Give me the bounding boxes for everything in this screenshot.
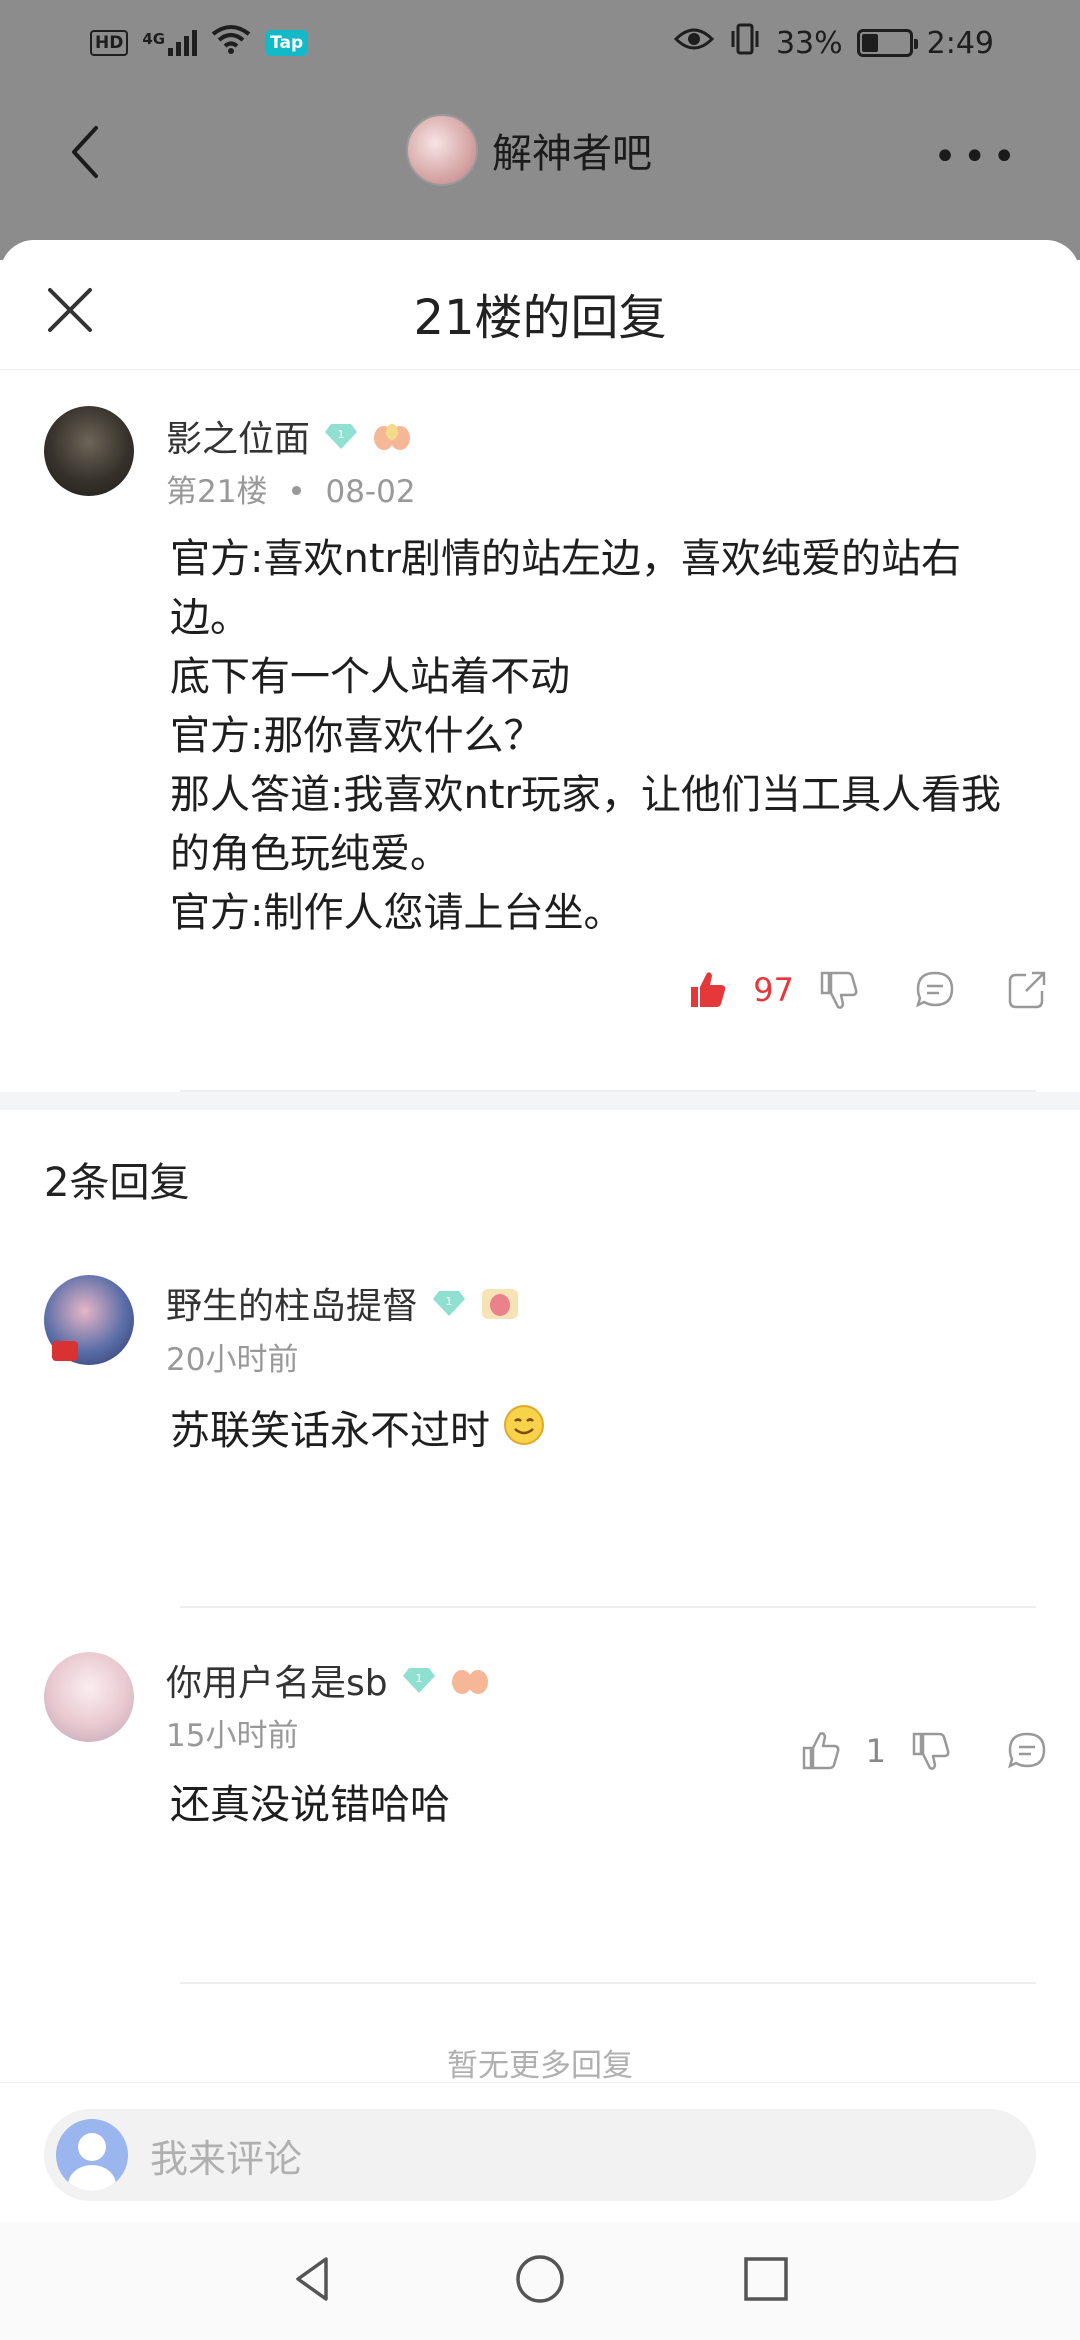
comment-input-bar: 我来评论 bbox=[0, 2082, 1080, 2222]
nav-back-icon[interactable] bbox=[286, 2251, 342, 2311]
like-icon[interactable] bbox=[798, 1728, 844, 1774]
svg-text:1: 1 bbox=[338, 428, 345, 441]
nav-recents-icon[interactable] bbox=[738, 2251, 794, 2311]
wifi-icon bbox=[211, 24, 251, 62]
level-gem-icon: 1 bbox=[402, 1666, 436, 1694]
reply-time: 15小时前 bbox=[166, 1718, 299, 1754]
forum-avatar bbox=[406, 114, 478, 186]
battery-fill bbox=[861, 34, 878, 52]
more-menu-icon[interactable]: ••• bbox=[933, 134, 1022, 180]
comment-icon[interactable] bbox=[912, 967, 958, 1013]
forum-name: 解神者吧 bbox=[492, 131, 652, 177]
forum-header: 解神者吧 ••• bbox=[0, 100, 1080, 204]
post-date: 08-02 bbox=[325, 474, 416, 510]
background-page-overlay: HD 4G Tap 33% 2:49 解神者吧 ••• bbox=[0, 0, 1080, 260]
svg-text:1: 1 bbox=[415, 1672, 422, 1685]
svg-text:1: 1 bbox=[446, 1295, 453, 1308]
post-username[interactable]: 影之位面 bbox=[166, 410, 310, 462]
post-user-line: 影之位面 1 bbox=[166, 410, 412, 462]
reply-time: 20小时前 bbox=[166, 1342, 299, 1378]
hd-indicator: HD bbox=[90, 30, 129, 56]
dislike-icon[interactable] bbox=[816, 967, 862, 1013]
divider bbox=[180, 1606, 1036, 1608]
reply-sheet: 21楼的回复 影之位面 1 第21楼 • 08-02 官方:喜欢ntr剧情的站左… bbox=[0, 240, 1080, 2340]
fan-badge-icon bbox=[480, 1287, 520, 1319]
like-count: 1 bbox=[865, 1732, 886, 1770]
post-actions: 97 bbox=[685, 967, 1050, 1013]
clock: 2:49 bbox=[926, 25, 994, 61]
level-gem-icon: 1 bbox=[324, 422, 358, 450]
dislike-icon[interactable] bbox=[908, 1728, 954, 1774]
share-icon[interactable] bbox=[1004, 967, 1050, 1013]
reply-username[interactable]: 你用户名是sb bbox=[166, 1654, 388, 1706]
smile-emoji-icon bbox=[503, 1404, 545, 1463]
sheet-title: 21楼的回复 bbox=[413, 290, 667, 346]
reply-content: 还真没说错哈哈 bbox=[170, 1776, 1030, 1835]
no-more-replies: 暂无更多回复 bbox=[447, 2048, 633, 2084]
fan-badge-icon bbox=[450, 1664, 490, 1696]
post-line: 官方:制作人您请上台坐。 bbox=[170, 890, 624, 936]
post-meta: 第21楼 • 08-02 bbox=[166, 474, 416, 510]
status-bar: HD 4G Tap 33% 2:49 bbox=[0, 0, 1080, 86]
level-gem-icon: 1 bbox=[432, 1289, 466, 1317]
post-line: 那人答道:我喜欢ntr玩家，让他们当工具人看我的角色玩纯爱。 bbox=[170, 772, 1001, 877]
forum-title-group[interactable]: 解神者吧 bbox=[406, 114, 652, 186]
post-content: 官方:喜欢ntr剧情的站左边，喜欢纯爱的站右边。 底下有一个人站着不动 官方:那… bbox=[170, 530, 1030, 943]
battery-percent: 33% bbox=[775, 25, 843, 61]
avatar[interactable] bbox=[44, 406, 134, 496]
back-arrow-icon[interactable] bbox=[60, 122, 120, 182]
like-icon[interactable] bbox=[685, 967, 731, 1013]
reply-text: 还真没说错哈哈 bbox=[170, 1782, 450, 1828]
post-line: 官方:那你喜欢什么？ bbox=[170, 713, 544, 759]
reply-text: 苏联笑话永不过时 bbox=[170, 1408, 490, 1454]
post-line: 底下有一个人站着不动 bbox=[170, 654, 570, 700]
battery-icon bbox=[856, 29, 918, 57]
avatar[interactable] bbox=[44, 1652, 134, 1742]
network-type: 4G bbox=[142, 30, 166, 48]
comment-placeholder: 我来评论 bbox=[150, 2136, 303, 2181]
reply-user-line: 你用户名是sb 1 bbox=[166, 1654, 490, 1706]
reply-actions: 1 bbox=[798, 1728, 1050, 1774]
divider bbox=[180, 1982, 1036, 1984]
comment-icon[interactable] bbox=[1004, 1728, 1050, 1774]
sheet-header: 21楼的回复 bbox=[0, 240, 1080, 370]
nav-home-icon[interactable] bbox=[512, 2251, 568, 2311]
reply-username[interactable]: 野生的柱岛提督 bbox=[166, 1277, 418, 1329]
replies-count-title: 2条回复 bbox=[44, 1160, 190, 1206]
like-count: 97 bbox=[753, 971, 794, 1009]
eye-icon bbox=[673, 25, 715, 61]
avatar[interactable] bbox=[44, 1275, 134, 1365]
post-line: 官方:喜欢ntr剧情的站左边，喜欢纯爱的站右边。 bbox=[170, 536, 961, 641]
section-gap bbox=[0, 1092, 1080, 1110]
vibrate-icon bbox=[728, 23, 762, 63]
system-navigation-bar bbox=[0, 2222, 1080, 2340]
taptap-app-icon: Tap bbox=[265, 30, 309, 56]
comment-input[interactable]: 我来评论 bbox=[44, 2109, 1036, 2201]
avatar-pendant bbox=[52, 1341, 78, 1361]
fan-badge-icon bbox=[372, 420, 412, 452]
floor-number: 第21楼 bbox=[166, 474, 268, 510]
signal-icon: 4G bbox=[142, 30, 198, 56]
reply-content: 苏联笑话永不过时 bbox=[170, 1402, 1030, 1463]
user-avatar-icon bbox=[56, 2119, 128, 2191]
reply-user-line: 野生的柱岛提督 1 bbox=[166, 1277, 520, 1329]
